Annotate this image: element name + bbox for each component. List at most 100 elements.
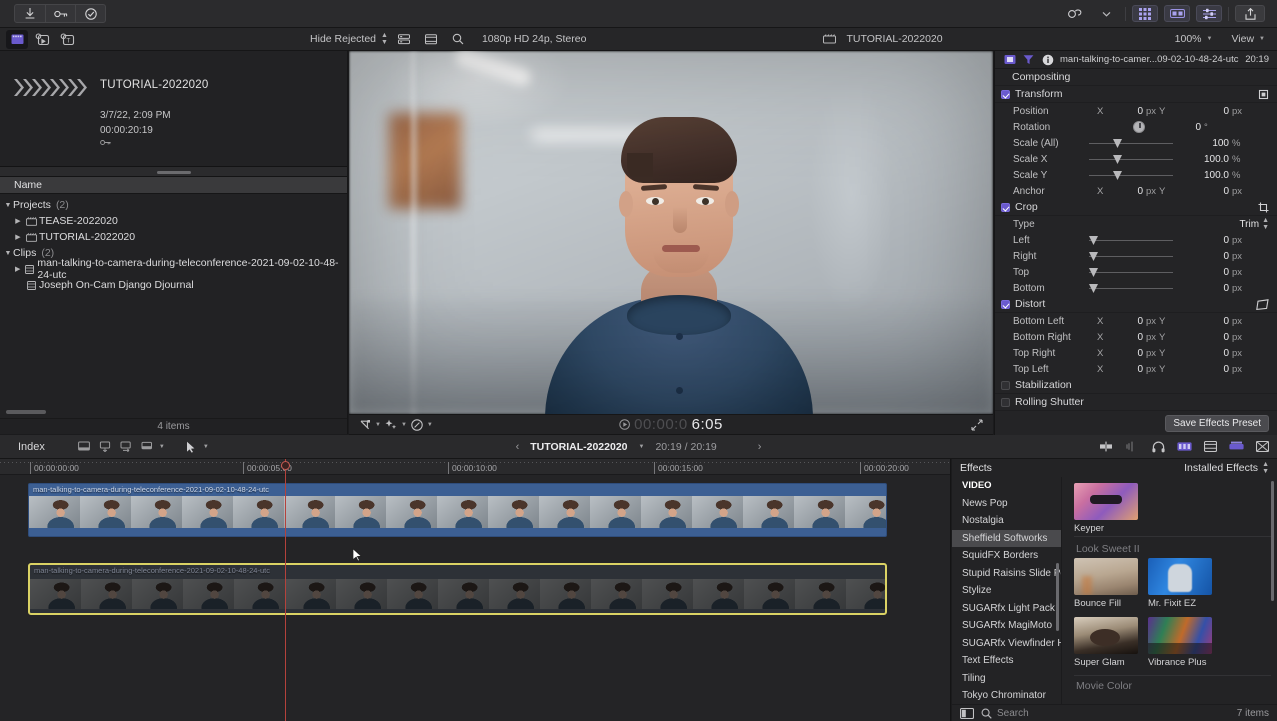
rolling-shutter-checkbox[interactable] xyxy=(1001,397,1010,407)
prev-project-button[interactable]: ‹ xyxy=(516,441,520,453)
crop-type-popup[interactable]: Trim ▲ ▼ xyxy=(1239,217,1269,231)
effects-thumbnail-grid[interactable]: Keyper Look Sweet II Bounce Fill Mr. Fix… xyxy=(1062,477,1277,704)
section-stabilization[interactable]: Stabilization xyxy=(995,377,1277,394)
scale-all-field[interactable]: 100 xyxy=(1195,138,1229,149)
installed-effects-stepper-icon[interactable]: ▲ ▼ xyxy=(1262,461,1269,475)
effects-grid-scrollbar[interactable] xyxy=(1271,481,1274,601)
timeline-project-name[interactable]: TUTORIAL-2022020 xyxy=(530,441,627,453)
transform-icon[interactable] xyxy=(357,417,373,433)
timeline-clip-lower-selected[interactable]: man-talking-to-camera-during-teleconfere… xyxy=(28,563,887,615)
crop-bottom-slider[interactable] xyxy=(1089,283,1173,293)
category-stupid-raisins-slide-pop[interactable]: Stupid Raisins Slide Pop xyxy=(952,565,1061,583)
sidebar-toggle-icon[interactable] xyxy=(960,707,974,719)
enhancements-icon[interactable] xyxy=(383,417,399,433)
hide-rejected-stepper-icon[interactable]: ▲ ▼ xyxy=(381,32,388,46)
bottom-left-y-field[interactable]: 0 xyxy=(1195,316,1229,327)
section-compositing[interactable]: Compositing xyxy=(995,69,1277,86)
property-scale-x[interactable]: Scale X 100.0 % xyxy=(995,151,1277,167)
property-crop-top[interactable]: Top 0 px xyxy=(995,264,1277,280)
crop-right-field[interactable]: 0 xyxy=(1195,251,1229,262)
disclosure-triangle-icon[interactable] xyxy=(3,202,13,209)
tool-select-icon[interactable] xyxy=(182,438,200,456)
disclosure-triangle-icon[interactable] xyxy=(13,233,23,241)
property-top-left[interactable]: Top Left X 0 px Y 0 px xyxy=(995,361,1277,377)
solo-icon[interactable] xyxy=(1149,438,1167,456)
crop-bottom-field[interactable]: 0 xyxy=(1195,283,1229,294)
category-stylize[interactable]: Stylize xyxy=(952,582,1061,600)
timeline-index-icon[interactable] xyxy=(1201,438,1219,456)
property-crop-type[interactable]: Type Trim ▲ ▼ xyxy=(995,216,1277,232)
crop-checkbox[interactable] xyxy=(1001,202,1010,212)
bottom-right-y-field[interactable]: 0 xyxy=(1195,332,1229,343)
import-media-button[interactable] xyxy=(15,5,45,22)
tree-row-tutorial-project[interactable]: TUTORIAL-2022020 xyxy=(0,229,347,245)
play-circle-icon[interactable] xyxy=(619,419,630,430)
tool-chevron-down-icon[interactable]: ▼ xyxy=(203,444,209,450)
filmstrip-view-icon[interactable] xyxy=(420,30,442,49)
rotation-dial[interactable] xyxy=(1133,121,1145,133)
zoom-chevron-down-icon[interactable]: ▼ xyxy=(1207,36,1213,42)
effects-category-scrollbar[interactable] xyxy=(1056,563,1059,631)
view-chevron-down-icon[interactable]: ▼ xyxy=(1259,36,1265,42)
section-distort[interactable]: Distort xyxy=(995,296,1277,313)
effect-item-bounce-fill[interactable]: Bounce Fill xyxy=(1074,558,1138,609)
property-rotation[interactable]: Rotation 0 ° xyxy=(995,119,1277,135)
tree-row-man-talking-clip[interactable]: man-talking-to-camera-during-teleconfere… xyxy=(0,257,347,281)
filmstrip-preview-pane[interactable]: TUTORIAL-2022020 3/7/22, 2:09 PM 00:00:2… xyxy=(0,51,347,167)
timeline[interactable]: 00:00:00:00 00:00:05:00 00:00:10:00 00:0… xyxy=(0,459,951,721)
category-nostalgia[interactable]: Nostalgia xyxy=(952,512,1061,530)
enhancements-chevron-down-icon[interactable]: ▼ xyxy=(401,422,407,428)
audio-skimming-icon[interactable] xyxy=(1123,438,1141,456)
crop-onscreen-icon[interactable] xyxy=(1258,202,1269,213)
resizer-grip[interactable] xyxy=(156,171,191,174)
next-project-button[interactable]: › xyxy=(758,441,762,453)
category-tokyo-chrominator[interactable]: Tokyo Chrominator xyxy=(952,687,1061,704)
scale-y-field[interactable]: 100.0 xyxy=(1187,170,1229,181)
disclosure-triangle-icon[interactable] xyxy=(13,217,23,225)
save-effects-preset-button[interactable]: Save Effects Preset xyxy=(1165,414,1269,432)
effect-item-super-glam[interactable]: Super Glam xyxy=(1074,617,1138,668)
media-browser-icon[interactable] xyxy=(31,30,53,49)
retime-chevron-down-icon[interactable] xyxy=(1093,5,1119,22)
effects-category-list[interactable]: VIDEO News Pop Nostalgia Sheffield Softw… xyxy=(952,477,1062,704)
scale-x-slider[interactable] xyxy=(1089,154,1173,164)
top-right-x-field[interactable]: 0 xyxy=(1109,348,1143,359)
video-inspector-icon[interactable] xyxy=(1003,53,1016,66)
timeline-zoom-icon[interactable] xyxy=(1253,438,1271,456)
bottom-right-x-field[interactable]: 0 xyxy=(1109,332,1143,343)
timeline-ruler[interactable]: 00:00:00:00 00:00:05:00 00:00:10:00 00:0… xyxy=(0,459,950,475)
insert-icon[interactable] xyxy=(96,438,114,456)
effect-item-vibrance-plus[interactable]: Vibrance Plus xyxy=(1148,617,1212,668)
scale-x-field[interactable]: 100.0 xyxy=(1187,154,1229,165)
browser-horizontal-scrollbar[interactable] xyxy=(6,410,46,414)
timeline-appearance-icon[interactable] xyxy=(1227,438,1245,456)
installed-effects-popup[interactable]: Installed Effects ▲ ▼ xyxy=(1184,461,1269,475)
category-sugarfx-magimoto[interactable]: SUGARfx MagiMoto xyxy=(952,617,1061,635)
top-left-x-field[interactable]: 0 xyxy=(1109,364,1143,375)
tree-row-tease-project[interactable]: TEASE-2022020 xyxy=(0,213,347,229)
connect-icon[interactable] xyxy=(138,438,156,456)
property-scale-y[interactable]: Scale Y 100.0 % xyxy=(995,167,1277,183)
playhead-knob[interactable] xyxy=(281,461,290,470)
property-top-right[interactable]: Top Right X 0 px Y 0 px xyxy=(995,345,1277,361)
transform-onscreen-icon[interactable] xyxy=(1258,89,1269,100)
search-icon[interactable] xyxy=(447,30,469,49)
browser-column-header[interactable]: Name xyxy=(0,177,347,194)
share-viewer-icon[interactable] xyxy=(409,417,425,433)
transform-checkbox[interactable] xyxy=(1001,89,1010,99)
hide-rejected-label[interactable]: Hide Rejected xyxy=(310,33,376,45)
rate-favorite-button[interactable] xyxy=(75,5,105,22)
scale-y-slider[interactable] xyxy=(1089,170,1173,180)
keyword-editor-button[interactable] xyxy=(45,5,75,22)
effect-item-keyper[interactable]: Keyper xyxy=(1074,483,1138,534)
section-transform[interactable]: Transform xyxy=(995,86,1277,103)
crop-right-slider[interactable] xyxy=(1089,251,1173,261)
category-tiling[interactable]: Tiling xyxy=(952,670,1061,688)
disclosure-triangle-icon[interactable] xyxy=(3,250,13,257)
category-squidfx-borders[interactable]: SquidFX Borders xyxy=(952,547,1061,565)
scale-all-slider[interactable] xyxy=(1089,138,1173,148)
connect-chevron-down-icon[interactable]: ▼ xyxy=(159,444,165,450)
index-button[interactable]: Index xyxy=(0,441,45,453)
property-scale-all[interactable]: Scale (All) 100 % xyxy=(995,135,1277,151)
effects-search-field[interactable]: Search xyxy=(981,708,1029,719)
